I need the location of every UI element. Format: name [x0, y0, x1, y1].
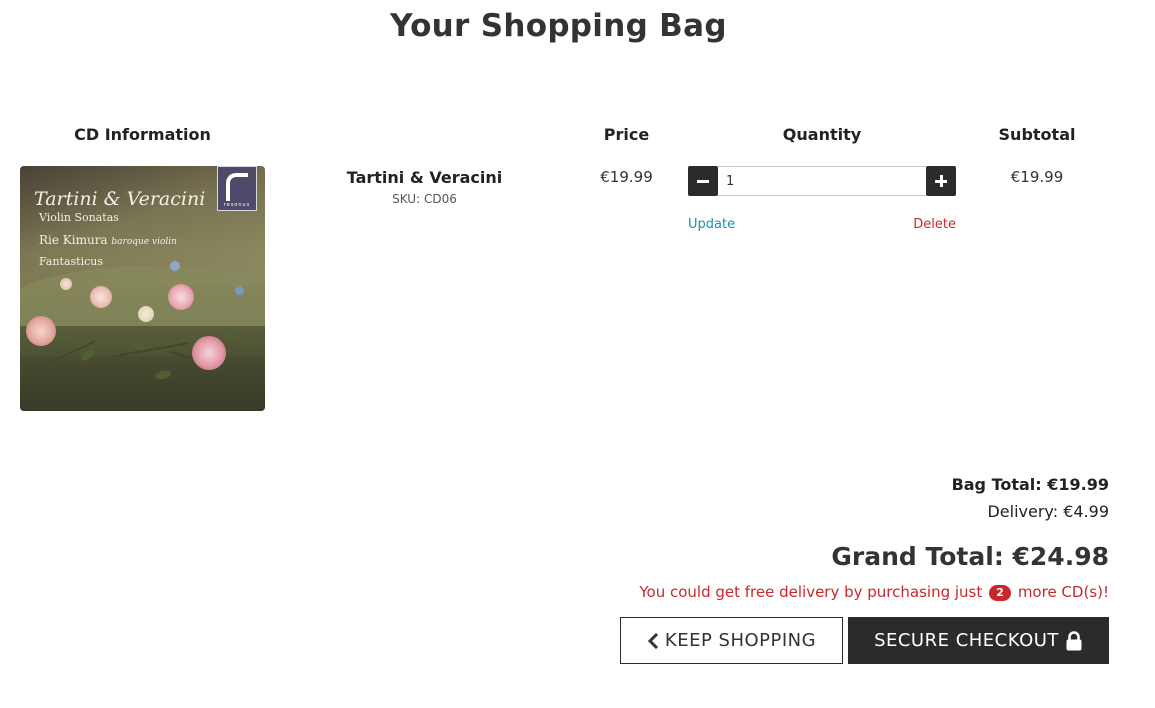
cover-ensemble: Fantasticus: [39, 255, 103, 268]
album-cover-image[interactable]: Tartini & Veracini Violin Sonatas Rie Ki…: [20, 166, 265, 411]
grand-total: Grand Total: €24.98: [831, 542, 1109, 571]
cover-title: Tartini & Veracini: [34, 188, 206, 210]
product-name-link[interactable]: Tartini & Veracini: [300, 168, 549, 187]
header-quantity: Quantity: [782, 125, 862, 144]
item-subtotal: €19.99: [1010, 168, 1064, 186]
bag-total: Bag Total: €19.99: [951, 475, 1109, 494]
update-quantity-link[interactable]: Update: [688, 217, 735, 232]
label-logo-text: resonus: [223, 202, 251, 208]
decrease-quantity-button[interactable]: [688, 166, 718, 196]
free-delivery-message: You could get free delivery by purchasin…: [639, 583, 1109, 601]
delete-item-link[interactable]: Delete: [913, 217, 956, 232]
lock-icon: [1065, 630, 1083, 651]
header-cd-information: CD Information: [74, 125, 211, 144]
header-subtotal: Subtotal: [998, 125, 1076, 144]
plus-icon: [935, 175, 947, 187]
page-title: Your Shopping Bag: [390, 8, 727, 44]
header-price: Price: [603, 125, 650, 144]
increase-quantity-button[interactable]: [926, 166, 956, 196]
cd-count-badge: 2: [989, 584, 1012, 601]
chevron-left-icon: [647, 632, 659, 649]
keep-shopping-label: KEEP SHOPPING: [664, 630, 817, 651]
minus-icon: [697, 179, 709, 183]
keep-shopping-button[interactable]: KEEP SHOPPING: [620, 617, 843, 664]
cover-instrument: baroque violin: [111, 237, 177, 247]
delivery-cost: Delivery: €4.99: [987, 502, 1109, 521]
item-price: €19.99: [600, 168, 653, 186]
free-delivery-suffix: more CD(s)!: [1017, 583, 1109, 601]
secure-checkout-label: SECURE CHECKOUT: [874, 630, 1059, 651]
cover-subtitle: Violin Sonatas: [39, 211, 119, 224]
free-delivery-prefix: You could get free delivery by purchasin…: [639, 583, 983, 601]
quantity-input[interactable]: [718, 166, 926, 196]
product-sku: SKU: CD06: [392, 192, 457, 206]
label-logo: resonus: [217, 166, 257, 211]
secure-checkout-button[interactable]: SECURE CHECKOUT: [848, 617, 1109, 664]
cover-performer: Rie Kimura: [39, 233, 108, 247]
